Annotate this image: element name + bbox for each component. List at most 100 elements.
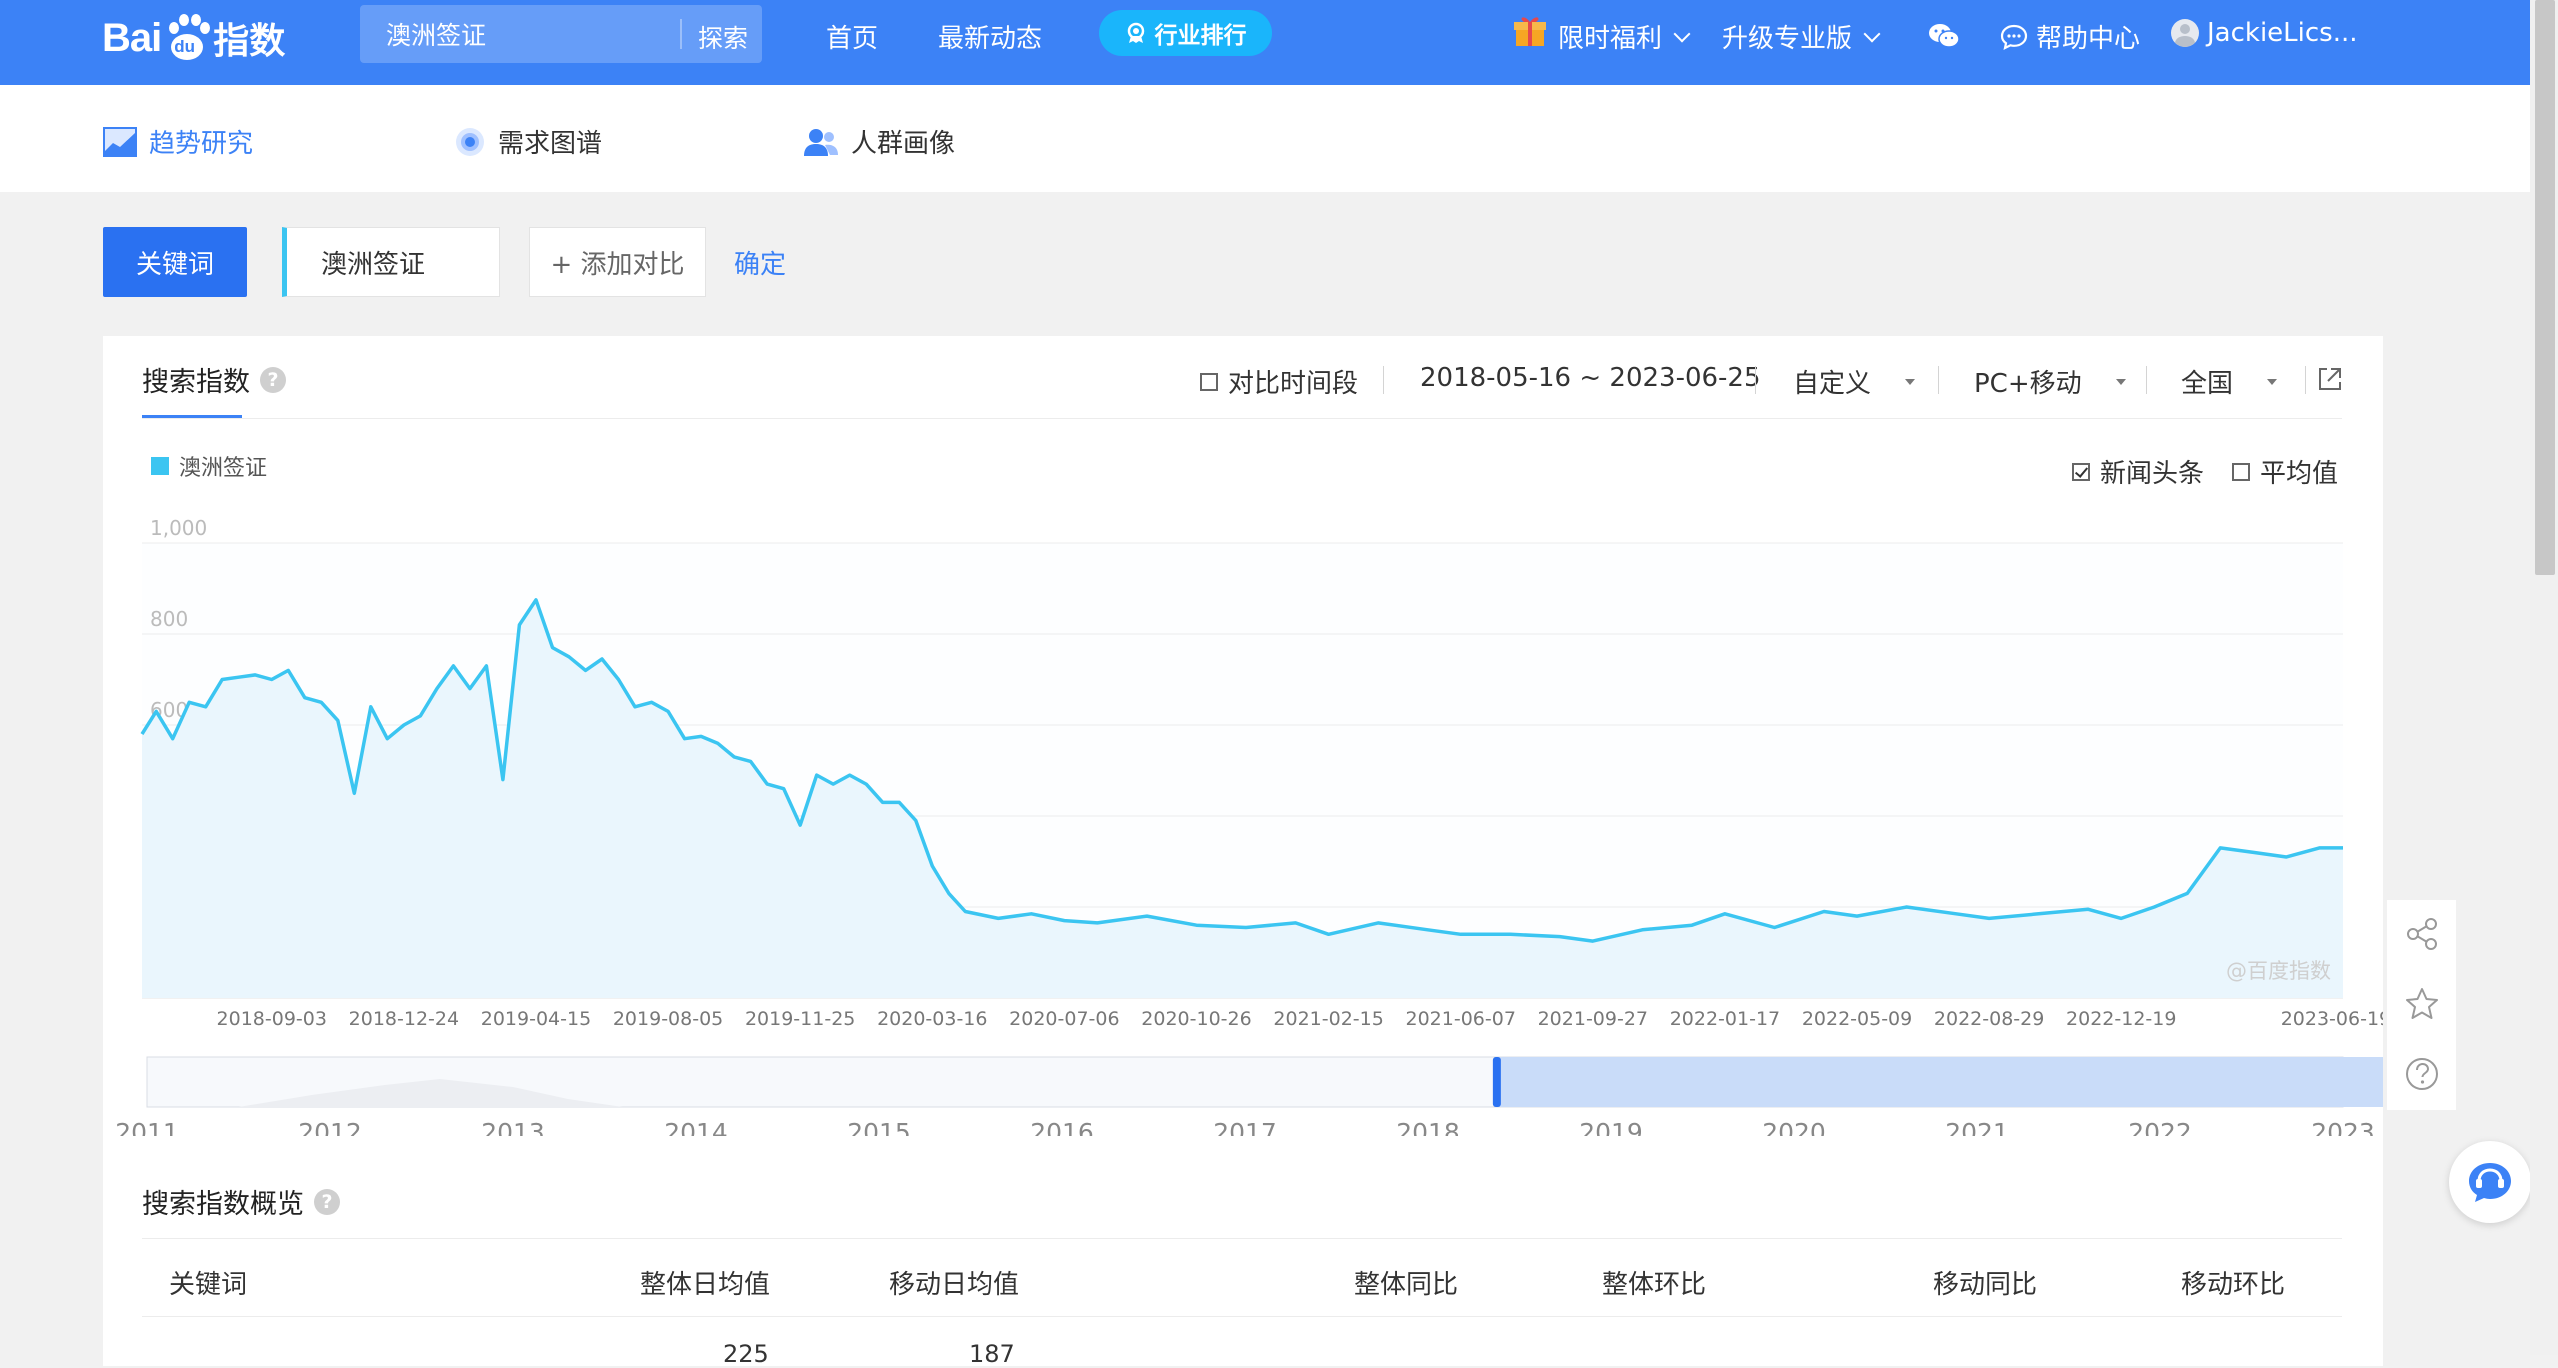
x-tick-label: 2020-03-16 <box>877 1008 987 1030</box>
top-navigation-bar: Bai du 指数 探索 首页 最新动态 行业排行 限时福利 <box>0 0 2530 85</box>
header-overall-daily-avg: 整体日均值 <box>640 1264 770 1301</box>
year-label: 2013 <box>481 1118 545 1136</box>
radar-icon <box>454 126 486 158</box>
chat-bubble-icon <box>2000 23 2028 51</box>
page-scrollbar-thumb[interactable] <box>2535 0 2555 575</box>
x-tick-label: 2021-02-15 <box>1273 1008 1383 1030</box>
x-tick-label: 2021-09-27 <box>1538 1008 1648 1030</box>
customer-service-button[interactable] <box>2449 1141 2531 1223</box>
tab-demand-map-label: 需求图谱 <box>498 123 602 160</box>
year-label: 2021 <box>1945 1118 2009 1136</box>
side-toolbar <box>2387 900 2456 1110</box>
x-tick-label: 2020-07-06 <box>1009 1008 1119 1030</box>
search-divider <box>680 19 682 49</box>
header-overall-mom: 整体环比 <box>1602 1264 1706 1301</box>
search-button[interactable]: 探索 <box>698 19 748 55</box>
divider <box>142 1316 2342 1317</box>
year-label: 2014 <box>664 1118 728 1136</box>
year-label: 2011 <box>115 1118 179 1136</box>
header-mobile-mom: 移动环比 <box>2181 1264 2285 1301</box>
watermark: @百度指数 <box>2226 959 2331 983</box>
wechat-icon[interactable] <box>1928 22 1960 50</box>
y-tick-label: 800 <box>150 607 188 631</box>
customer-service-icon <box>2465 1159 2515 1205</box>
header-mobile-yoy: 移动同比 <box>1933 1264 2037 1301</box>
x-tick-label: 2022-01-17 <box>1670 1008 1780 1030</box>
nav-latest-news-link[interactable]: 最新动态 <box>938 18 1042 55</box>
search-box: 探索 <box>360 5 762 63</box>
mobile-daily-avg-value: 187 <box>969 1340 1015 1368</box>
search-index-panel: 搜索指数 ? 对比时间段 2018-05-16 ~ 2023-06-25 自定义… <box>103 336 2383 1366</box>
ranking-icon <box>1125 22 1147 44</box>
x-tick-label: 2022-05-09 <box>1802 1008 1912 1030</box>
x-tick-label: 2018-09-03 <box>217 1008 327 1030</box>
gift-icon <box>1514 14 1546 48</box>
y-tick-label: 1,000 <box>150 516 207 540</box>
help-center-link[interactable]: 帮助中心 <box>2000 18 2140 55</box>
chevron-down-icon <box>1674 25 1691 42</box>
overview-title: 搜索指数概览 ? <box>142 1182 340 1221</box>
x-tick-label: 2018-12-24 <box>349 1008 459 1030</box>
help-circle-icon[interactable] <box>2400 1052 2444 1096</box>
trend-chart-icon <box>103 127 137 157</box>
header-keyword: 关键词 <box>169 1264 247 1301</box>
industry-ranking-button[interactable]: 行业排行 <box>1099 10 1272 56</box>
x-tick-label: 2022-08-29 <box>1934 1008 2044 1030</box>
baidu-index-logo[interactable]: Bai du 指数 <box>102 8 285 68</box>
year-label: 2022 <box>2128 1118 2192 1136</box>
confirm-link[interactable]: 确定 <box>734 244 786 281</box>
year-label: 2012 <box>298 1118 362 1136</box>
avatar <box>2171 19 2199 47</box>
nav-home-link[interactable]: 首页 <box>826 18 878 55</box>
upgrade-pro-label: 升级专业版 <box>1722 18 1852 55</box>
search-input[interactable] <box>360 5 680 63</box>
share-icon[interactable] <box>2400 912 2444 956</box>
x-tick-label: 2019-08-05 <box>613 1008 723 1030</box>
keyword-tag[interactable]: 澳洲签证 <box>282 227 500 297</box>
tab-crowd-portrait[interactable]: 人群画像 <box>803 123 955 160</box>
divider <box>142 1238 2342 1239</box>
upgrade-pro-menu[interactable]: 升级专业版 <box>1722 18 1878 55</box>
overview-selection <box>1497 1057 2383 1107</box>
sub-navigation: 趋势研究 需求图谱 人群画像 <box>0 85 2530 192</box>
x-tick-label: 2019-04-15 <box>481 1008 591 1030</box>
limited-welfare-label: 限时福利 <box>1558 18 1662 55</box>
add-compare-button[interactable]: + 添加对比 <box>529 227 706 297</box>
keyword-button[interactable]: 关键词 <box>103 227 247 297</box>
x-tick-label: 2022-12-19 <box>2066 1008 2176 1030</box>
x-tick-label: 2021-06-07 <box>1406 1008 1516 1030</box>
help-question-icon[interactable]: ? <box>314 1189 340 1215</box>
limited-welfare-menu[interactable]: 限时福利 <box>1558 18 1688 55</box>
x-tick-label: 2020-10-26 <box>1141 1008 1251 1030</box>
range-handle[interactable] <box>1493 1057 1501 1107</box>
tab-demand-map[interactable]: 需求图谱 <box>454 123 602 160</box>
year-label: 2017 <box>1213 1118 1277 1136</box>
x-tick-label: 2023-06-19 <box>2281 1008 2383 1030</box>
overview-title-text: 搜索指数概览 <box>142 1182 304 1221</box>
year-label: 2016 <box>1030 1118 1094 1136</box>
chevron-down-icon <box>1864 25 1881 42</box>
user-menu[interactable]: JackieLics... <box>2171 18 2358 48</box>
people-icon <box>803 127 839 157</box>
header-mobile-daily-avg: 移动日均值 <box>889 1264 1019 1301</box>
star-icon[interactable] <box>2400 982 2444 1026</box>
paw-icon: du <box>163 8 209 68</box>
search-index-chart[interactable]: 2004006008001,0002018-09-032018-12-24201… <box>103 336 2383 1136</box>
logo-text-du: du <box>174 37 195 57</box>
username: JackieLics... <box>2207 18 2358 48</box>
industry-ranking-label: 行业排行 <box>1155 16 1247 50</box>
tab-trend-research[interactable]: 趋势研究 <box>103 123 253 160</box>
year-label: 2019 <box>1579 1118 1643 1136</box>
tab-crowd-portrait-label: 人群画像 <box>851 123 955 160</box>
year-label: 2015 <box>847 1118 911 1136</box>
year-label: 2023 <box>2311 1118 2375 1136</box>
year-label: 2018 <box>1396 1118 1460 1136</box>
year-label: 2020 <box>1762 1118 1826 1136</box>
logo-text-zhishu: 指数 <box>213 12 285 64</box>
tab-trend-research-label: 趋势研究 <box>149 123 253 160</box>
logo-text-bai: Bai <box>102 16 161 61</box>
overall-daily-avg-value: 225 <box>723 1340 769 1368</box>
header-overall-yoy: 整体同比 <box>1354 1264 1458 1301</box>
help-center-label: 帮助中心 <box>2036 18 2140 55</box>
x-tick-label: 2019-11-25 <box>745 1008 855 1030</box>
